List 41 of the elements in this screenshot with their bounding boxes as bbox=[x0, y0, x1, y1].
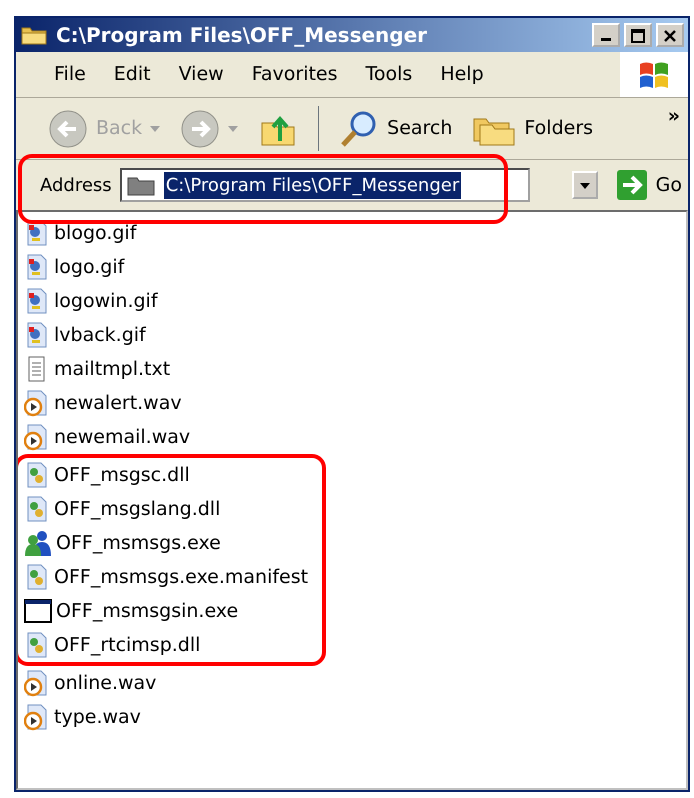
window-file-icon bbox=[24, 597, 52, 625]
caret-icon bbox=[150, 126, 160, 132]
file-name[interactable]: logo.gif bbox=[54, 252, 124, 282]
file-name[interactable]: OFF_rtcimsp.dll bbox=[54, 630, 200, 660]
menu-item[interactable]: File bbox=[40, 60, 100, 89]
caret-icon bbox=[228, 126, 238, 132]
file-name[interactable]: mailtmpl.txt bbox=[54, 354, 170, 384]
menu-item[interactable]: Favorites bbox=[238, 60, 352, 89]
file-name[interactable]: online.wav bbox=[54, 668, 156, 698]
file-name[interactable]: lvback.gif bbox=[54, 320, 146, 350]
menu-item[interactable]: Help bbox=[426, 60, 498, 89]
window-title: C:\Program Files\OFF_Messenger bbox=[56, 22, 428, 49]
caret-icon bbox=[580, 182, 590, 189]
file-name[interactable]: type.wav bbox=[54, 702, 141, 732]
maximize-icon bbox=[631, 28, 645, 43]
minimize-icon bbox=[601, 38, 611, 42]
more-button[interactable]: » bbox=[660, 102, 688, 130]
file-name[interactable]: newemail.wav bbox=[54, 422, 190, 452]
minimize-button[interactable] bbox=[592, 23, 620, 47]
file-name[interactable]: OFF_msgslang.dll bbox=[54, 494, 220, 524]
file-name[interactable]: logowin.gif bbox=[54, 286, 158, 316]
people-icon bbox=[24, 529, 52, 557]
file-name[interactable]: OFF_msmsgs.exe.manifest bbox=[54, 562, 308, 592]
file-name[interactable]: newalert.wav bbox=[54, 388, 182, 418]
address-field[interactable]: C:\Program Files\OFF_Messenger bbox=[120, 168, 530, 202]
file-name[interactable]: OFF_msgsc.dll bbox=[54, 460, 190, 490]
search-button[interactable]: Search bbox=[331, 108, 460, 148]
dropdown-button[interactable] bbox=[572, 171, 598, 199]
file-name[interactable]: blogo.gif bbox=[54, 218, 136, 248]
menu-item[interactable]: Tools bbox=[352, 60, 426, 89]
close-icon bbox=[663, 28, 677, 43]
go-button[interactable]: Go bbox=[610, 168, 688, 202]
folders-button[interactable]: Folders bbox=[464, 108, 602, 148]
menu-item[interactable]: Edit bbox=[100, 60, 165, 89]
arrow-right-icon bbox=[616, 169, 648, 201]
close-button[interactable] bbox=[656, 23, 684, 47]
menu-item[interactable]: View bbox=[164, 60, 238, 89]
address-label: Address bbox=[40, 174, 112, 198]
file-name[interactable]: OFF_msmsgsin.exe bbox=[56, 596, 238, 626]
file-name[interactable]: OFF_msmsgs.exe bbox=[56, 528, 221, 558]
maximize-button[interactable] bbox=[624, 23, 652, 47]
